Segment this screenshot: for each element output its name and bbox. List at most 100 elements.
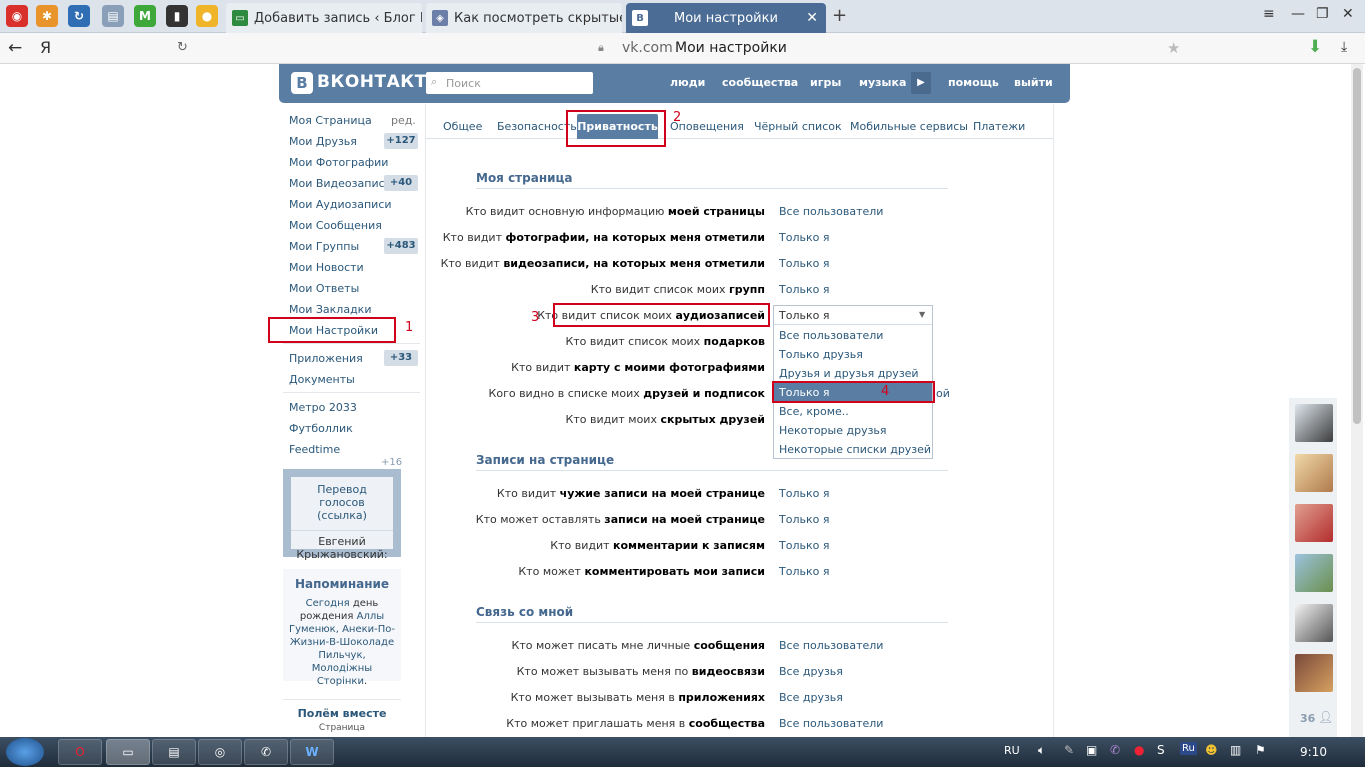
- opera-tray-icon[interactable]: ●: [1134, 743, 1144, 757]
- friend-avatar[interactable]: [1295, 654, 1333, 692]
- privacy-value-link[interactable]: Только я: [779, 513, 829, 526]
- dropdown-option[interactable]: Только друзья: [779, 348, 863, 361]
- menu-documents[interactable]: Документы: [289, 373, 355, 386]
- star-icon[interactable]: ★: [1167, 39, 1180, 57]
- reminder-today-link[interactable]: Сегодня: [306, 598, 350, 609]
- menu-apps[interactable]: Приложения: [289, 352, 363, 365]
- display-icon[interactable]: ▣: [1086, 743, 1097, 757]
- menu-app-metro[interactable]: Метро 2033: [289, 401, 357, 414]
- clock[interactable]: 9:10: [1300, 745, 1327, 759]
- address-domain[interactable]: vk.com: [622, 40, 673, 56]
- promo-title[interactable]: Полём вместе: [283, 707, 401, 720]
- play-icon[interactable]: ▶: [911, 72, 931, 94]
- close-icon[interactable]: ✕: [806, 10, 818, 26]
- menu-audio[interactable]: Мои Аудиозаписи: [289, 198, 392, 211]
- tab-payments[interactable]: Платежи: [973, 120, 1025, 133]
- reminder-names-link[interactable]: Аллы Гуменюк, Анеки-По-Жизни-В-Шоколаде …: [289, 611, 395, 687]
- privacy-value-link[interactable]: Все пользователи: [779, 717, 883, 730]
- privacy-value-link[interactable]: Все пользователи: [779, 205, 883, 218]
- pinned-tab-icon[interactable]: ◉: [6, 5, 28, 27]
- groups-badge[interactable]: +483: [384, 238, 418, 254]
- menu-answers[interactable]: Мои Ответы: [289, 282, 359, 295]
- browser-tab[interactable]: ◈ Как посмотреть скрытые а: [426, 3, 622, 33]
- privacy-value-link[interactable]: Все друзья: [779, 665, 843, 678]
- viber-tray-icon[interactable]: ✆: [1110, 743, 1120, 757]
- vk-logo-text[interactable]: ВКОНТАКТЕ: [317, 72, 439, 92]
- friend-avatar[interactable]: [1295, 604, 1333, 642]
- tab-blacklist[interactable]: Чёрный список: [754, 120, 842, 133]
- taskbar-app[interactable]: ▤: [152, 739, 196, 765]
- friend-avatar[interactable]: [1295, 554, 1333, 592]
- reload-icon[interactable]: ↻: [177, 40, 188, 55]
- dropdown-option[interactable]: Все, кроме..: [779, 405, 849, 418]
- videos-badge[interactable]: +40: [384, 175, 418, 191]
- pinned-tab-icon[interactable]: ●: [196, 5, 218, 27]
- new-tab-icon[interactable]: +: [832, 5, 847, 26]
- browser-tab[interactable]: ▭ Добавить запись ‹ Блог Евг: [226, 3, 422, 33]
- privacy-value-link[interactable]: Только я: [779, 539, 829, 552]
- yandex-logo-icon[interactable]: Я: [40, 38, 51, 57]
- taskbar-viber[interactable]: ✆: [244, 739, 288, 765]
- privacy-value-link[interactable]: Только я: [779, 283, 829, 296]
- menu-app-feedtime[interactable]: Feedtime: [289, 443, 340, 456]
- taskbar-chrome[interactable]: ◎: [198, 739, 242, 765]
- taskbar-word[interactable]: W: [290, 739, 334, 765]
- vk-logo-icon[interactable]: В: [291, 72, 313, 94]
- scrollbar[interactable]: [1351, 64, 1363, 737]
- taskbar-files[interactable]: ▭: [106, 739, 150, 765]
- browser-tab-active[interactable]: В Мои настройки ✕: [626, 3, 826, 33]
- pinned-tab-icon[interactable]: ✱: [36, 5, 58, 27]
- scrollbar-thumb[interactable]: [1353, 68, 1361, 424]
- nav-people[interactable]: люди: [670, 76, 705, 89]
- start-button-icon[interactable]: [6, 738, 44, 766]
- close-window-icon[interactable]: ✕: [1342, 6, 1354, 22]
- minimize-icon[interactable]: —: [1291, 6, 1305, 22]
- tab-general[interactable]: Общее: [443, 120, 482, 133]
- tray-app-icon[interactable]: ☻: [1205, 743, 1218, 757]
- dropdown-option[interactable]: Все пользователи: [779, 329, 883, 342]
- privacy-value-link[interactable]: Все пользователи: [779, 639, 883, 652]
- download-extension-icon[interactable]: ⬇: [1308, 37, 1322, 57]
- privacy-value-link[interactable]: Только я: [779, 487, 829, 500]
- tab-mobile[interactable]: Мобильные сервисы: [850, 120, 968, 133]
- privacy-value-link[interactable]: Все друзья: [779, 691, 843, 704]
- nav-logout[interactable]: выйти: [1014, 76, 1053, 89]
- menu-bookmarks[interactable]: Мои Закладки: [289, 303, 371, 316]
- taskbar-opera[interactable]: O: [58, 739, 102, 765]
- menu-groups[interactable]: Мои Группы: [289, 240, 359, 253]
- menu-app-football[interactable]: Футболлик: [289, 422, 353, 435]
- menu-edit-link[interactable]: ред.: [391, 114, 416, 127]
- search-input[interactable]: ⌕ Поиск: [426, 72, 593, 94]
- keyboard-layout-icon[interactable]: Ru: [1180, 742, 1197, 755]
- back-arrow-icon[interactable]: ←: [8, 38, 22, 58]
- friend-avatar[interactable]: [1295, 504, 1333, 542]
- voice-transfer-link[interactable]: Перевод голосов (ссылка): [291, 483, 393, 522]
- menu-news[interactable]: Мои Новости: [289, 261, 364, 274]
- partially-hidden-value[interactable]: ой: [936, 387, 950, 400]
- pinned-tab-icon[interactable]: ↻: [68, 5, 90, 27]
- restore-icon[interactable]: ❐: [1316, 6, 1329, 22]
- network-icon[interactable]: ▥: [1230, 743, 1241, 757]
- privacy-value-link[interactable]: Только я: [779, 257, 829, 270]
- privacy-value-link[interactable]: Только я: [779, 231, 829, 244]
- menu-photos[interactable]: Мои Фотографии: [289, 156, 388, 169]
- menu-messages[interactable]: Мои Сообщения: [289, 219, 382, 232]
- online-count[interactable]: 36: [1300, 712, 1315, 725]
- nav-help[interactable]: помощь: [948, 76, 999, 89]
- friend-avatar[interactable]: [1295, 404, 1333, 442]
- tab-security[interactable]: Безопасность: [497, 120, 577, 133]
- language-indicator[interactable]: RU: [1004, 744, 1020, 757]
- dropdown-option[interactable]: Некоторые списки друзей: [779, 443, 931, 456]
- pen-icon[interactable]: ✎: [1064, 743, 1074, 757]
- dropdown-option[interactable]: Некоторые друзья: [779, 424, 887, 437]
- pinned-tab-icon[interactable]: M: [134, 5, 156, 27]
- flag-icon[interactable]: ⚑: [1255, 743, 1266, 757]
- pinned-tab-icon[interactable]: ▤: [102, 5, 124, 27]
- menu-my-page[interactable]: Моя Страница: [289, 114, 372, 127]
- nav-games[interactable]: игры: [810, 76, 841, 89]
- apps-badge[interactable]: +33: [384, 350, 418, 366]
- downloads-icon[interactable]: ⤓: [1341, 39, 1347, 55]
- dropdown-option[interactable]: Друзья и друзья друзей: [779, 367, 919, 380]
- friends-badge[interactable]: +127: [384, 133, 418, 149]
- menu-videos[interactable]: Мои Видеозаписи: [289, 177, 392, 190]
